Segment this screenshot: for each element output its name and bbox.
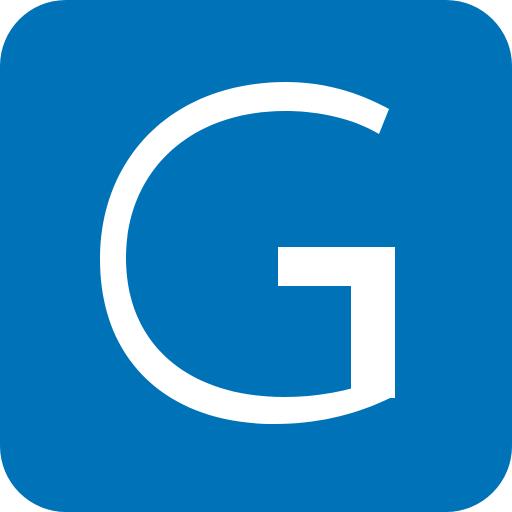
app-icon-background [0,0,512,512]
app-icon[interactable] [0,0,512,512]
